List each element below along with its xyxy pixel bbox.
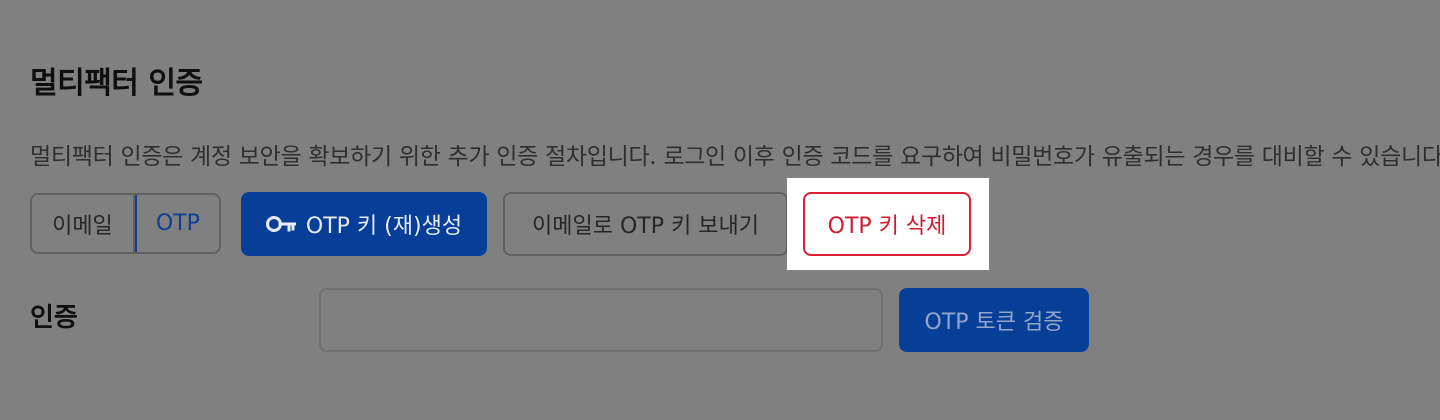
send-otp-key-email-button[interactable]: 이메일로 OTP 키 보내기 (503, 192, 788, 256)
method-option-otp[interactable]: OTP (134, 195, 219, 252)
otp-token-input[interactable] (319, 288, 883, 352)
section-description: 멀티팩터 인증은 계정 보안을 확보하기 위한 추가 인증 절차입니다. 로그인… (30, 144, 1440, 170)
delete-otp-key-button[interactable]: OTP 키 삭제 (803, 192, 971, 256)
key-icon (265, 214, 297, 234)
auth-method-toggle: 이메일 OTP (30, 193, 221, 254)
mfa-settings-page: 멀티팩터 인증 멀티팩터 인증은 계정 보안을 확보하기 위한 추가 인증 절차… (0, 0, 1440, 420)
method-option-email[interactable]: 이메일 (32, 195, 135, 252)
section-title: 멀티팩터 인증 (30, 66, 203, 101)
regenerate-otp-key-button[interactable]: OTP 키 (재)생성 (241, 192, 487, 256)
regenerate-otp-key-label: OTP 키 (재)생성 (305, 214, 463, 239)
verify-otp-token-button[interactable]: OTP 토큰 검증 (899, 288, 1089, 352)
highlight-spotlight: OTP 키 삭제 (787, 178, 989, 270)
verification-label: 인증 (30, 303, 78, 333)
